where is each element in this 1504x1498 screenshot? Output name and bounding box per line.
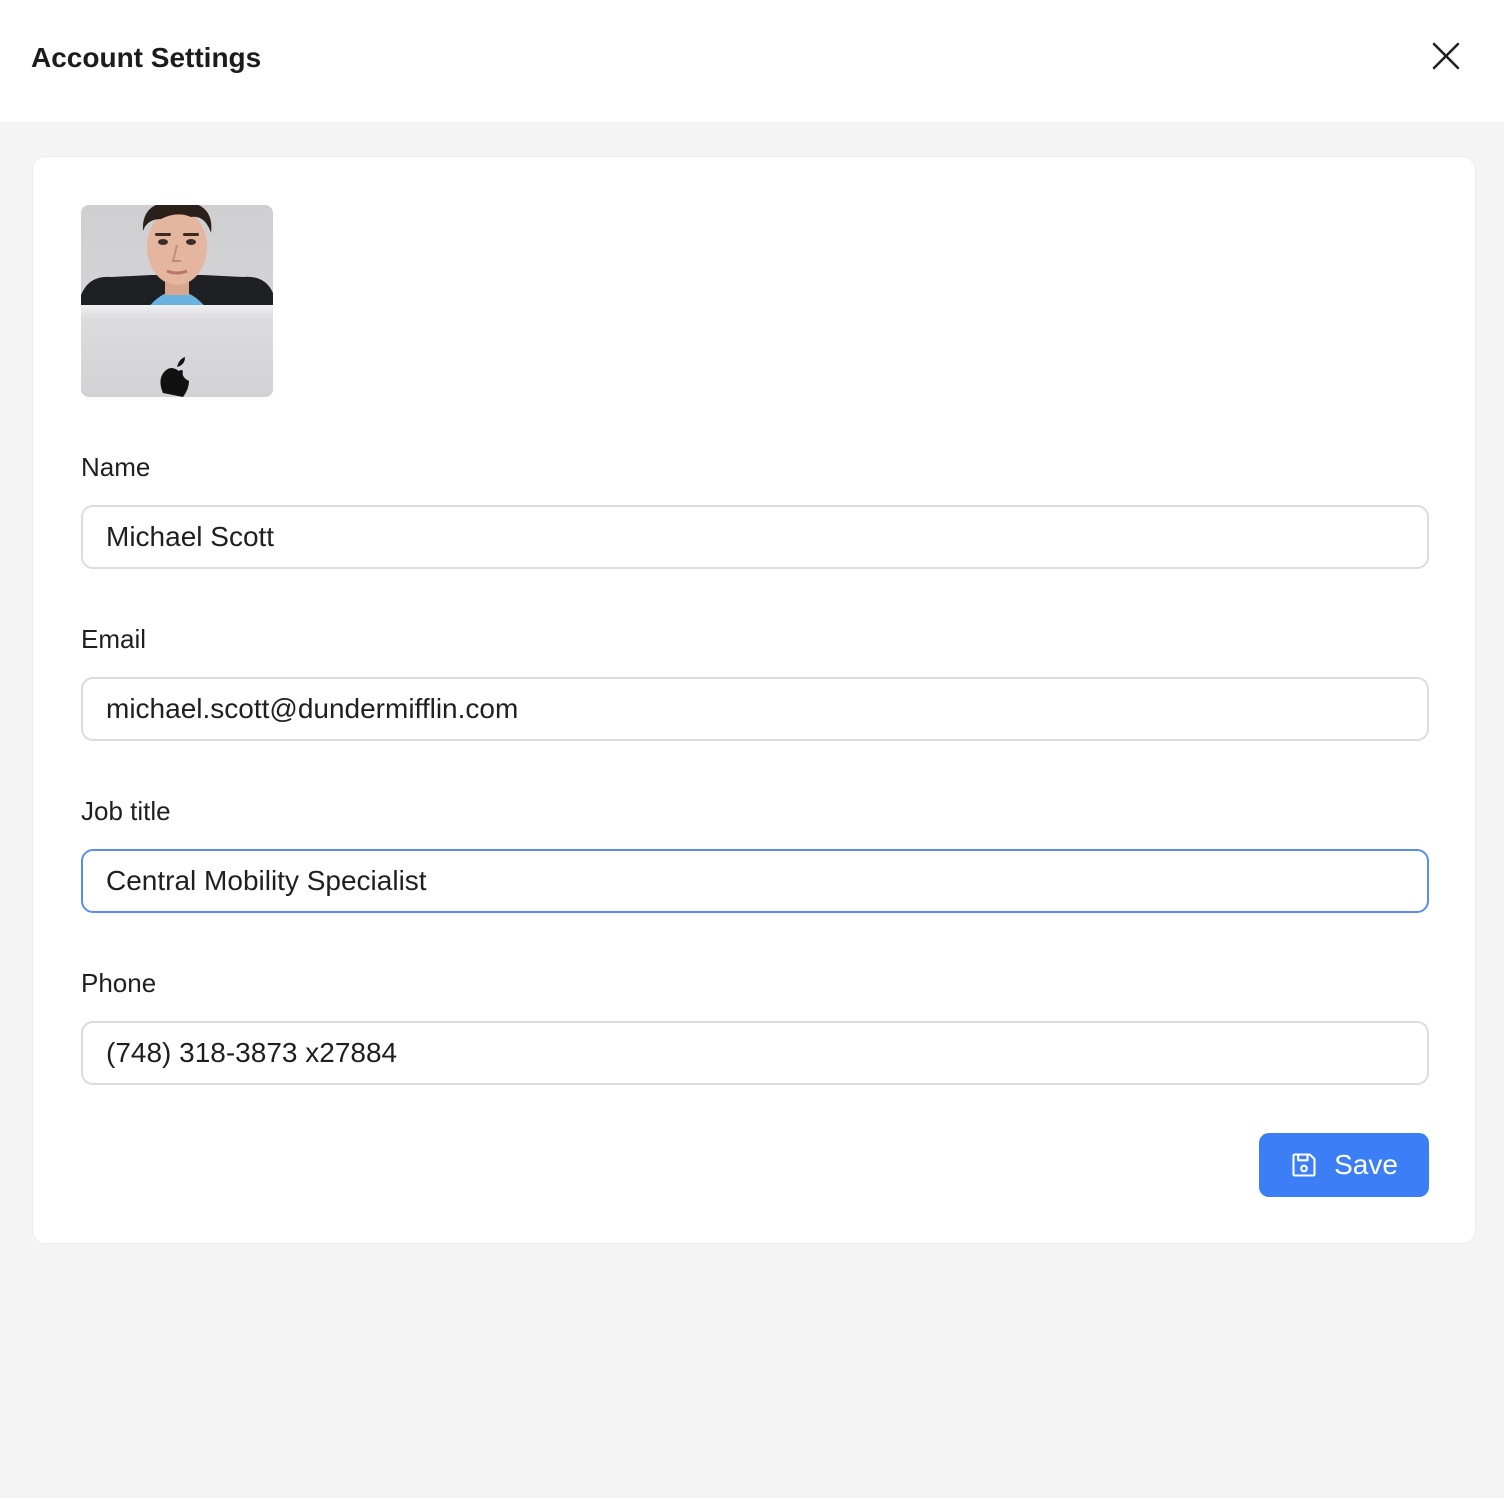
header-bar: Account Settings [0, 0, 1504, 122]
name-label: Name [81, 452, 151, 482]
save-label: Save [1334, 1149, 1398, 1180]
page-title: Account Settings [31, 42, 262, 73]
settings-card: Name Email Job title Phone Save [32, 156, 1476, 1244]
floppy-disk-icon [1292, 1153, 1316, 1177]
name-input[interactable] [81, 505, 1429, 569]
job-title-label: Job title [81, 796, 171, 826]
email-input[interactable] [81, 677, 1429, 741]
phone-input[interactable] [81, 1021, 1429, 1085]
save-button[interactable]: Save [1259, 1133, 1429, 1197]
email-label: Email [81, 624, 147, 654]
job-title-input[interactable] [81, 849, 1429, 913]
close-icon [1432, 42, 1460, 70]
close-button[interactable] [1422, 32, 1470, 80]
phone-label: Phone [81, 968, 157, 998]
avatar[interactable] [81, 205, 273, 397]
user-photo [81, 205, 273, 397]
